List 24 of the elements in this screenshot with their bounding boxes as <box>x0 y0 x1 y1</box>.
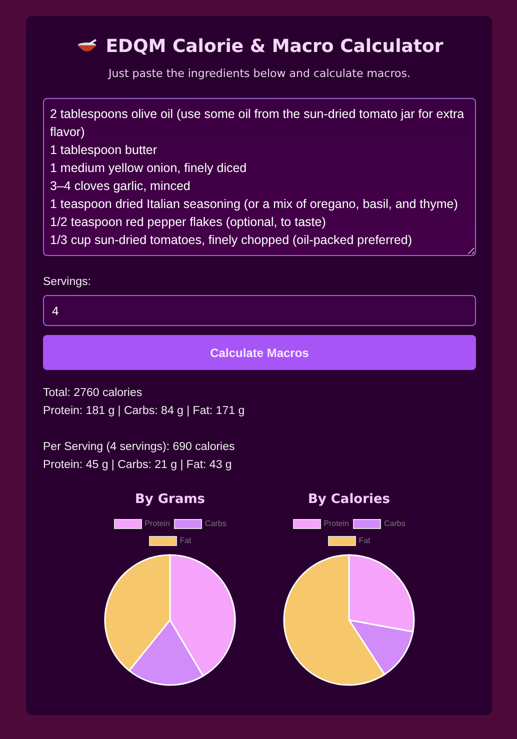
subtitle: Just paste the ingredients below and calculate macros. <box>107 67 412 80</box>
result-text: Protein: 181 g | Carbs: 84 g | Fat: 171 g <box>43 404 246 419</box>
result-text: Total: 2760 calories <box>43 386 144 401</box>
chart-title: By Grams <box>134 492 206 507</box>
legend-label[interactable]: Protein <box>324 517 349 531</box>
chart-title: By Calories <box>308 492 390 507</box>
legend-label[interactable]: Carbs <box>205 517 226 531</box>
calculate-button[interactable]: Calculate Macros <box>43 335 476 370</box>
legend-swatch[interactable] <box>148 536 177 546</box>
legend-label[interactable]: Carbs <box>384 517 406 531</box>
legend-swatch[interactable] <box>353 519 381 529</box>
page-title: EDQM Calorie & Macro Calculator <box>106 36 444 57</box>
result-text: Per Serving (4 servings): 690 calories <box>43 440 236 455</box>
result-text: Protein: 45 g | Carbs: 21 g | Fat: 43 g <box>43 458 233 473</box>
servings-label: Servings: <box>43 276 92 288</box>
legend-label[interactable]: Fat <box>358 534 370 548</box>
legend-swatch[interactable] <box>292 519 321 529</box>
legend-swatch[interactable] <box>328 536 356 546</box>
servings-field[interactable]: 4 <box>43 295 476 326</box>
legend-swatch[interactable] <box>114 519 142 529</box>
ingredients-field[interactable]: 2 tablespoons olive oil (use some oil from the sun-dried tomato jar for extra flavor) 1 tablespoon butter 1 medium yellow onion, finely diced 3–4 cloves garlic, minced 1 teaspoon dried Italian seasoning (or a mix of oregano, basil, and thyme) 1/2 teaspoon red pepper flakes (optional, to taste) 1/3 cup sun-dried tomatoes, finely chopped (oil-packed preferred) <box>43 98 476 256</box>
legend-label[interactable]: Fat <box>180 534 192 548</box>
legend-label[interactable]: Protein <box>144 517 170 531</box>
legend-swatch[interactable] <box>174 519 202 529</box>
